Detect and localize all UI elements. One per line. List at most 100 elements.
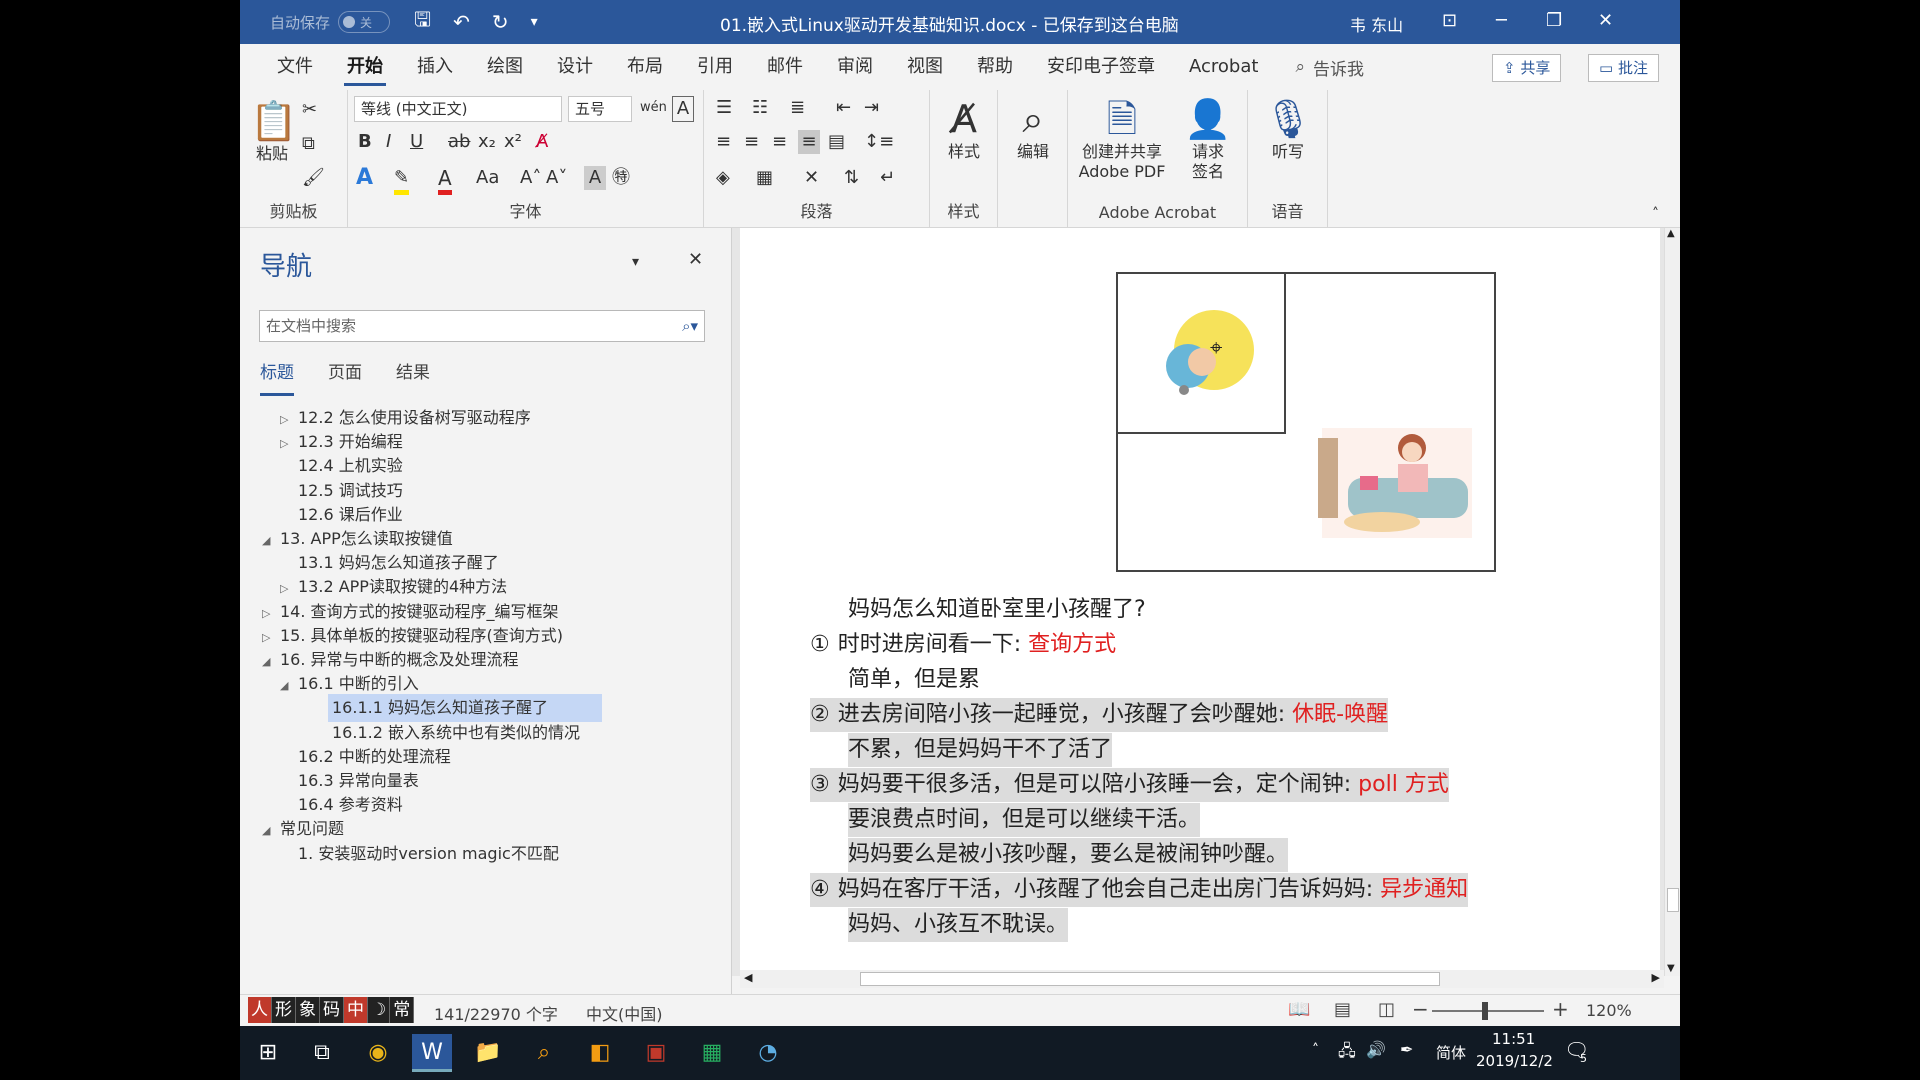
zoom-slider-thumb[interactable] — [1482, 1002, 1488, 1020]
request-signature-button[interactable]: 👤 请求 签名 — [1178, 96, 1238, 182]
spreadsheet-app-icon[interactable]: ▦ — [692, 1034, 732, 1072]
file-explorer-icon[interactable]: 📁 — [468, 1034, 508, 1072]
expand-collapse-icon[interactable]: ◢ — [262, 648, 280, 676]
expand-collapse-icon[interactable]: ◢ — [262, 817, 280, 845]
tab-layout[interactable]: 布局 — [610, 44, 680, 90]
sort-icon[interactable]: ⇅ — [844, 166, 859, 190]
scroll-right-icon[interactable]: ▶ — [1652, 971, 1660, 984]
change-case-icon[interactable]: Aa — [476, 166, 499, 190]
superscript-icon[interactable]: x² — [504, 130, 522, 154]
start-windows-icon[interactable]: ⊞ — [248, 1034, 288, 1072]
nav-heading-item[interactable]: 1. 安装驱动时version magic不匹配 — [280, 840, 559, 868]
character-shading-icon[interactable]: A — [584, 166, 606, 190]
bold-icon[interactable]: B — [358, 130, 372, 154]
tab-help[interactable]: 帮助 — [960, 44, 1030, 90]
volume-icon[interactable]: 🔊 — [1366, 1040, 1386, 1059]
nav-tab-headings[interactable]: 标题 — [260, 358, 294, 396]
shading-icon[interactable]: ◈ — [716, 166, 730, 190]
tab-mailings[interactable]: 邮件 — [750, 44, 820, 90]
distributed-icon[interactable]: ▤ — [828, 130, 845, 154]
expand-collapse-icon[interactable]: ◢ — [280, 672, 298, 700]
align-center-icon[interactable]: ≡ — [744, 130, 759, 154]
read-mode-icon[interactable]: 📖 — [1288, 999, 1310, 1020]
network-icon[interactable]: 🖧 — [1338, 1040, 1356, 1067]
multilevel-list-icon[interactable]: ≣ — [790, 96, 805, 120]
save-icon[interactable]: 🖫 — [414, 5, 431, 39]
scroll-down-icon[interactable]: ▼ — [1667, 963, 1675, 974]
nav-tab-results[interactable]: 结果 — [396, 358, 430, 396]
tab-draw[interactable]: 绘图 — [470, 44, 540, 90]
character-border-icon[interactable]: A — [672, 96, 694, 122]
numbering-icon[interactable]: ☷ — [752, 96, 768, 120]
font-size-combo[interactable]: 五号 — [568, 96, 632, 122]
search-app-icon[interactable]: ⌕ — [524, 1034, 564, 1072]
tab-acrobat[interactable]: Acrobat — [1172, 44, 1275, 90]
word-app-icon[interactable]: W — [412, 1034, 452, 1072]
zoom-in-icon[interactable]: + — [1552, 997, 1569, 1021]
font-name-combo[interactable]: 等线 (中文正文) — [354, 96, 562, 122]
dictate-button[interactable]: 🎙 听写 — [1258, 96, 1318, 162]
text-effects-icon[interactable]: A — [356, 166, 373, 190]
word-count[interactable]: 141/22970 个字 — [434, 1001, 558, 1025]
minimize-icon[interactable]: ─ — [1496, 10, 1507, 31]
autosave[interactable]: 自动保存 关 — [270, 11, 391, 33]
expand-collapse-icon[interactable]: ◢ — [262, 527, 280, 555]
scroll-left-icon[interactable]: ◀ — [744, 971, 752, 984]
horizontal-scroll-thumb[interactable] — [860, 972, 1440, 986]
copy-icon[interactable]: ⧉ — [302, 132, 315, 156]
shrink-font-icon[interactable]: A˅ — [546, 166, 567, 190]
share-button[interactable]: ⇪ 共享 — [1492, 54, 1562, 82]
image-frame[interactable]: ⌖ — [1116, 272, 1496, 572]
undo-icon[interactable]: ↶ — [453, 10, 470, 34]
tab-home[interactable]: 开始 — [330, 44, 400, 90]
mother-reading-image[interactable] — [1318, 418, 1478, 542]
decrease-indent-icon[interactable]: ⇤ — [836, 96, 851, 120]
document-page[interactable]: ⌖ 妈妈怎么知道卧室里小孩醒了? ① 时时进房间看一下: 查询方式 简单，但是累 ② 进去… — [740, 228, 1660, 976]
align-right-icon[interactable]: ≡ — [772, 130, 787, 154]
ime-toolbar[interactable]: 人 形 象 码 中 ☽ 常 — [248, 997, 415, 1023]
close-icon[interactable]: ✕ — [1598, 10, 1613, 31]
paste-button[interactable]: 📋 粘贴 — [250, 98, 297, 164]
autosave-toggle[interactable]: 关 — [338, 11, 391, 33]
enclose-characters-icon[interactable]: ㊕ — [612, 166, 630, 190]
tab-insert[interactable]: 插入 — [400, 44, 470, 90]
nav-tab-pages[interactable]: 页面 — [328, 358, 362, 396]
chrome-icon[interactable]: ◉ — [358, 1034, 398, 1072]
browser-app-icon[interactable]: ◔ — [748, 1034, 788, 1072]
vertical-scroll-thumb[interactable] — [1667, 888, 1679, 912]
borders-icon[interactable]: ▦ — [756, 166, 773, 190]
nav-close-icon[interactable]: ✕ — [688, 248, 703, 272]
increase-indent-icon[interactable]: ⇥ — [864, 96, 879, 120]
create-share-pdf-button[interactable]: 🗎 创建并共享 Adobe PDF — [1072, 96, 1172, 182]
pen-icon[interactable]: ✒ — [1400, 1040, 1413, 1059]
collapse-ribbon-icon[interactable]: ˄ — [1652, 202, 1659, 226]
phonetic-guide-icon[interactable]: wén — [640, 96, 667, 120]
baby-sleeping-image[interactable] — [1158, 304, 1258, 404]
user-name[interactable]: 韦 东山 — [1350, 12, 1403, 36]
tab-file[interactable]: 文件 — [260, 44, 330, 90]
tell-me-search[interactable]: ⌕ 告诉我 — [1295, 55, 1364, 80]
editing-button[interactable]: ⌕ 编辑 — [1004, 96, 1062, 162]
ime-common[interactable]: 常 — [390, 997, 415, 1023]
clear-formatting-icon[interactable]: A̸ — [536, 130, 548, 154]
ime-mode[interactable]: 中 — [344, 997, 368, 1023]
ribbon-display-icon[interactable]: ⊡ — [1442, 10, 1457, 31]
redo-icon[interactable]: ↻ — [492, 10, 509, 34]
align-left-icon[interactable]: ≡ — [716, 130, 731, 154]
format-painter-icon[interactable]: 🖌 — [302, 166, 325, 190]
ime-punct[interactable]: ☽ — [368, 997, 391, 1023]
zoom-level[interactable]: 120% — [1586, 1001, 1632, 1020]
recorder-app-icon[interactable]: ◧ — [580, 1034, 620, 1072]
font-color-icon[interactable]: A — [438, 166, 452, 195]
customize-qa-icon[interactable]: ▾ — [531, 14, 538, 30]
tab-e-signature[interactable]: 安印电子签章 — [1030, 44, 1172, 90]
line-spacing-icon[interactable]: ↕≡ — [864, 130, 894, 154]
task-view-icon[interactable]: ⧉ — [302, 1034, 342, 1072]
nav-options-icon[interactable]: ▾ — [632, 250, 639, 274]
subscript-icon[interactable]: x₂ — [478, 130, 496, 154]
bullets-icon[interactable]: ☰ — [716, 96, 732, 120]
tab-view[interactable]: 视图 — [890, 44, 960, 90]
highlight-color-icon[interactable]: ✎ — [394, 166, 410, 195]
search-icon[interactable]: ⌕▾ — [682, 311, 698, 341]
cut-icon[interactable]: ✂ — [302, 98, 317, 122]
